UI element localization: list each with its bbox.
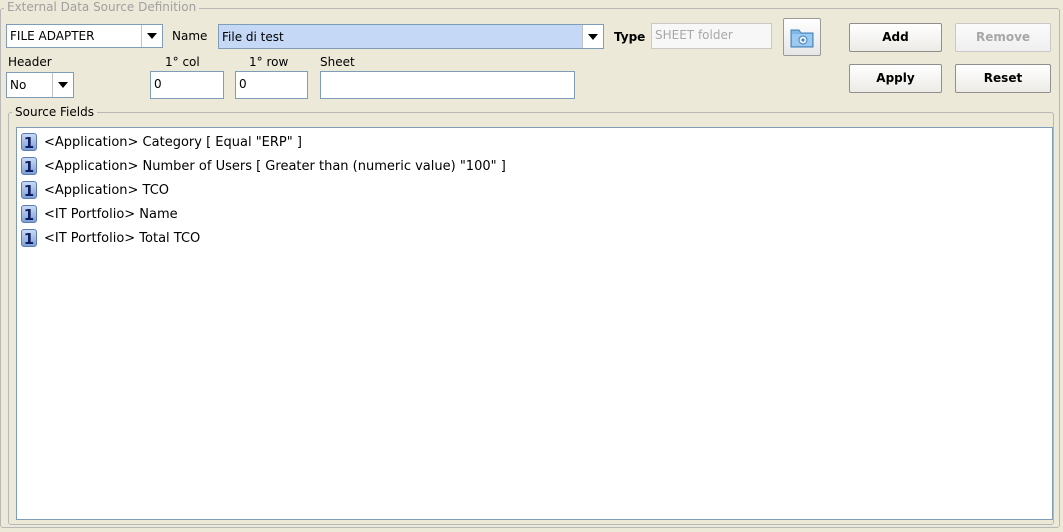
first-col-label: 1° col [165,55,200,69]
list-item[interactable]: 1 <IT Portfolio> Total TCO [21,228,200,248]
badge-icon: 1 [21,205,37,224]
source-fields-title: Source Fields [12,105,97,119]
reset-button[interactable]: Reset [955,64,1051,93]
list-item[interactable]: 1 <Application> Number of Users [ Greate… [21,156,506,176]
name-combo[interactable]: File di test [218,24,604,49]
list-item[interactable]: 1 <Application> TCO [21,180,169,200]
list-item-label: <Application> Category [ Equal "ERP" ] [44,134,302,150]
sheet-label: Sheet [320,55,355,69]
badge-icon: 1 [21,133,37,152]
chevron-down-icon[interactable] [52,73,73,97]
name-combo-value: File di test [222,29,284,44]
type-label: Type [614,30,646,44]
badge-icon: 1 [21,157,37,176]
group-title: External Data Source Definition [4,0,200,14]
list-item[interactable]: 1 <Application> Category [ Equal "ERP" ] [21,132,302,152]
header-select[interactable]: No [6,72,74,98]
list-item-label: <Application> Number of Users [ Greater … [44,158,506,174]
adapter-select-value: FILE ADAPTER [10,29,95,43]
list-item-label: <IT Portfolio> Name [44,206,178,222]
source-fields-list[interactable]: 1 <Application> Category [ Equal "ERP" ]… [16,127,1053,520]
list-item-label: <IT Portfolio> Total TCO [44,230,201,246]
badge-icon: 1 [21,229,37,248]
badge-icon: 1 [21,181,37,200]
header-label: Header [8,55,52,69]
browse-folder-button[interactable] [783,18,821,56]
chevron-down-icon[interactable] [582,25,603,48]
adapter-select[interactable]: FILE ADAPTER [6,24,163,48]
first-col-input[interactable]: 0 [150,71,224,99]
folder-gear-icon [790,29,814,48]
type-field: SHEET folder [651,23,772,49]
first-row-label: 1° row [249,55,289,69]
add-button[interactable]: Add [849,23,942,52]
name-label: Name [172,29,208,43]
header-select-value: No [10,78,27,92]
apply-button[interactable]: Apply [849,64,942,93]
first-row-input[interactable]: 0 [235,71,308,99]
list-item[interactable]: 1 <IT Portfolio> Name [21,204,178,224]
remove-button[interactable]: Remove [955,23,1051,52]
sheet-input[interactable] [320,71,575,99]
chevron-down-icon[interactable] [141,25,162,47]
list-item-label: <Application> TCO [44,182,170,198]
